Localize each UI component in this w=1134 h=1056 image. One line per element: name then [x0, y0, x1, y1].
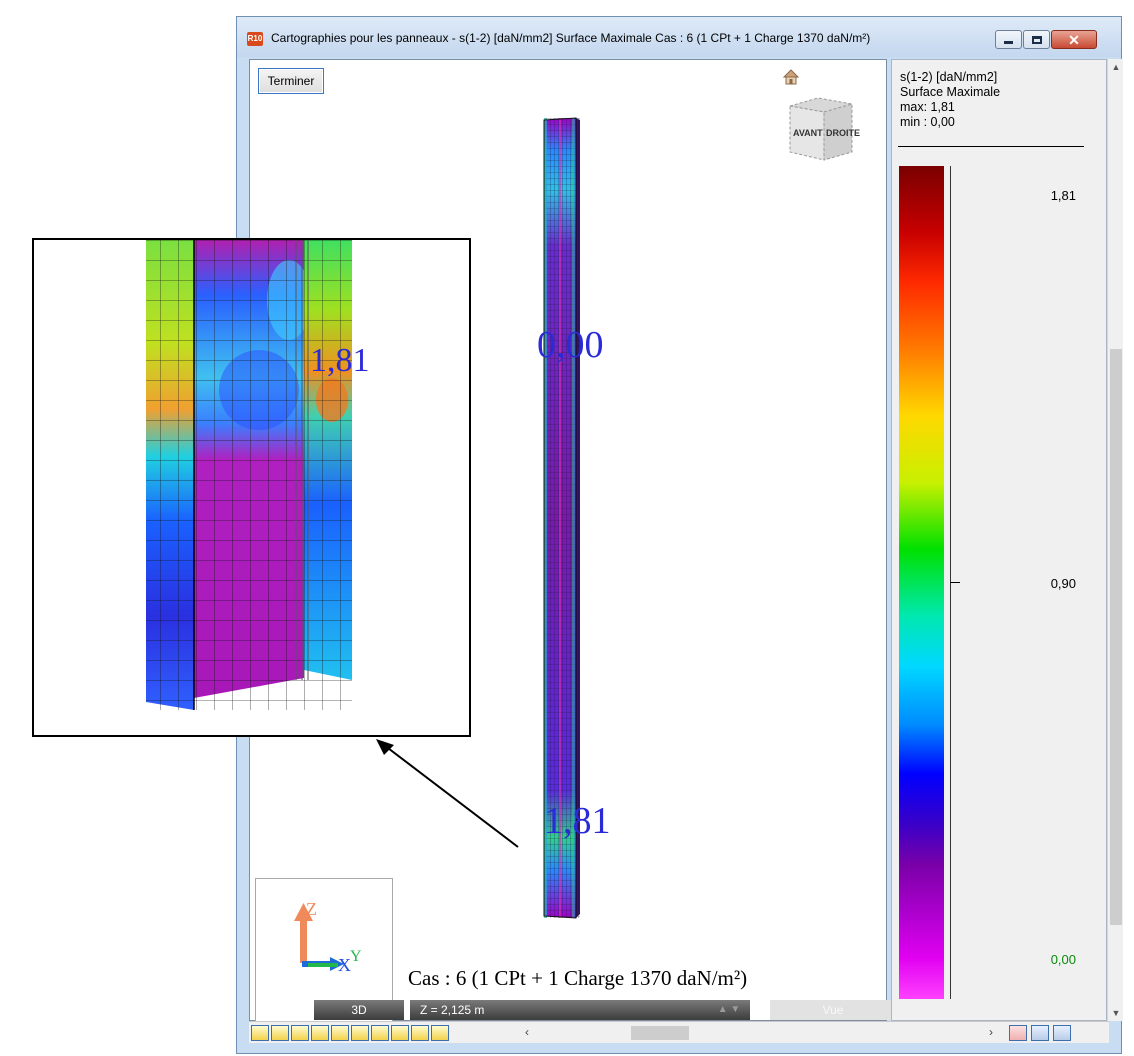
view-selector[interactable]: Vue: [770, 1000, 896, 1020]
scale-value-mid: 0,90: [1050, 576, 1076, 591]
minimize-icon: [1004, 41, 1013, 44]
legend-vertical-scrollbar[interactable]: ▲ ▼: [1107, 59, 1123, 1021]
scroll-down-icon[interactable]: ▼: [1108, 1005, 1124, 1021]
vertical-scroll-thumb[interactable]: [1110, 349, 1122, 925]
legend-min: min : 0,00: [900, 115, 955, 129]
load-case-label: Cas : 6 (1 CPt + 1 Charge 1370 daN/m²): [408, 966, 748, 990]
app-icon[interactable]: R10: [247, 32, 263, 46]
toolbar-tool-7-icon[interactable]: [371, 1025, 389, 1041]
close-icon: ✕: [1068, 31, 1080, 48]
legend-surface: Surface Maximale: [900, 85, 1001, 99]
color-scale-bar: [899, 166, 944, 999]
callout-arrow: [376, 739, 519, 848]
value-label-bottom: 1,81: [544, 800, 611, 842]
zoom-inset: 1,81: [32, 238, 471, 737]
column-model[interactable]: [542, 117, 598, 919]
maximize-button[interactable]: [1023, 30, 1050, 49]
scroll-right-icon[interactable]: ›: [989, 1025, 993, 1039]
maximize-icon: [1031, 35, 1042, 44]
toolbar-tool-5-icon[interactable]: [331, 1025, 349, 1041]
toolbar-tool-9-icon[interactable]: [411, 1025, 429, 1041]
legend-max: max: 1,81: [900, 100, 955, 114]
viewcube-front-label: AVANT: [793, 128, 823, 138]
scroll-up-icon[interactable]: ▲: [1108, 59, 1124, 75]
title-bar[interactable]: R10 Cartographies pour les panneaux - s(…: [237, 17, 1121, 57]
window-title: Cartographies pour les panneaux - s(1-2)…: [271, 31, 871, 45]
legend-header: s(1-2) [daN/mm2] Surface Maximale max: 1…: [900, 70, 1000, 130]
axis-z-label: Z: [306, 899, 317, 919]
zoom-value-label: 1,81: [310, 342, 370, 379]
toolbar-tool-10-icon[interactable]: [431, 1025, 449, 1041]
z-level-spinner-icon[interactable]: ▲ ▼: [708, 1000, 750, 1020]
close-button[interactable]: ✕: [1051, 30, 1097, 49]
toolbar-tool-13-icon[interactable]: [1053, 1025, 1071, 1041]
axis-y-label: Y: [350, 948, 362, 965]
toolbar-tool-8-icon[interactable]: [391, 1025, 409, 1041]
color-scale-tick: [950, 582, 960, 583]
toolbar-tool-6-icon[interactable]: [351, 1025, 369, 1041]
z-level-field[interactable]: Z = 2,125 m: [410, 1000, 750, 1020]
scale-value-max: 1,81: [1050, 188, 1076, 203]
toolbar-tool-1-icon[interactable]: [251, 1025, 269, 1041]
legend-quantity: s(1-2) [daN/mm2]: [900, 70, 998, 84]
viewcube-right-label: DROITE: [826, 128, 860, 138]
bottom-toolbar: ‹ ›: [249, 1021, 1109, 1043]
value-label-top: 0,00: [537, 324, 604, 366]
terminer-button[interactable]: Terminer: [258, 68, 324, 94]
viewcube-icon[interactable]: AVANT DROITE: [780, 92, 862, 168]
legend-divider: [898, 146, 1084, 147]
toolbar-tool-12-icon[interactable]: [1031, 1025, 1049, 1041]
home-icon[interactable]: [782, 68, 800, 86]
toolbar-tool-11-icon[interactable]: [1009, 1025, 1027, 1041]
toolbar-tool-2-icon[interactable]: [271, 1025, 289, 1041]
view-mode-indicator[interactable]: 3D: [314, 1000, 404, 1020]
zoomed-column-detail: [146, 240, 352, 710]
legend-panel: s(1-2) [daN/mm2] Surface Maximale max: 1…: [891, 59, 1107, 1021]
horizontal-scroll-thumb[interactable]: [631, 1026, 689, 1040]
minimize-button[interactable]: [995, 30, 1022, 49]
toolbar-tool-3-icon[interactable]: [291, 1025, 309, 1041]
scroll-left-icon[interactable]: ‹: [525, 1025, 529, 1039]
scale-value-min: 0,00: [1050, 952, 1076, 967]
toolbar-tool-4-icon[interactable]: [311, 1025, 329, 1041]
